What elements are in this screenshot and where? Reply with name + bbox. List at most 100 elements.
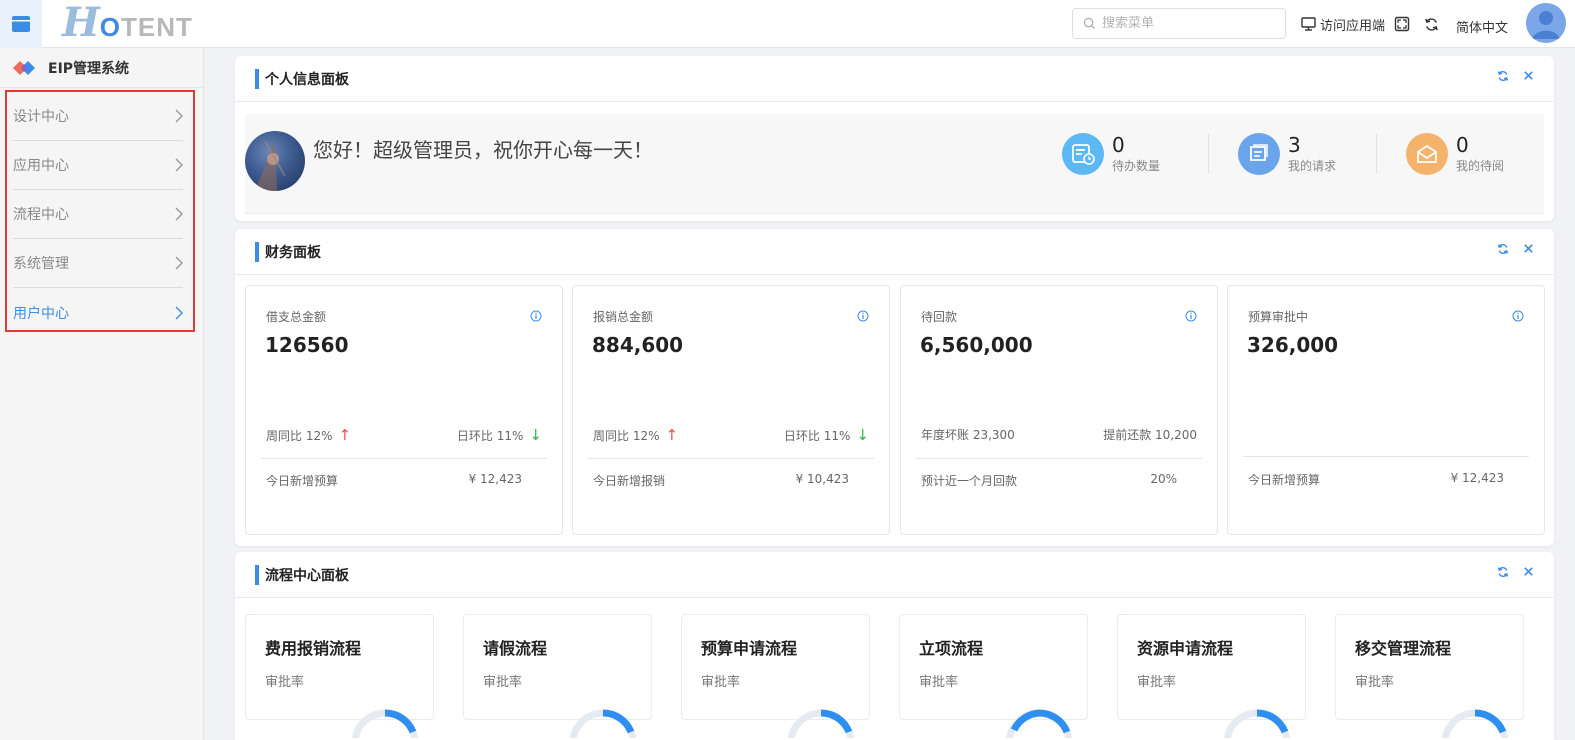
card-label: 待回款 [921,310,958,324]
panel-title-bar [255,69,259,89]
panel-title: 流程中心面板 [265,567,349,584]
arrow-up-icon: ↑ [338,426,352,444]
language-selector[interactable]: 简体中文 [1456,16,1508,36]
approval-rate-gauge [1005,709,1073,738]
info-icon[interactable] [1185,310,1197,322]
flow-title: 资源申请流程 [1137,639,1234,658]
flow-card-handover[interactable]: 移交管理流程 审批率 [1335,614,1524,720]
card-value: 884,600 [592,333,684,357]
search-input[interactable] [1102,16,1272,31]
todo-list-icon [1062,133,1104,175]
stat-label: 待办数量 [1112,158,1161,173]
flow-title: 费用报销流程 [265,639,362,658]
refresh-button[interactable] [1424,14,1439,34]
logo-letter-h: H [62,0,100,46]
sidebar-item-user-center[interactable]: 用户中心 [13,288,183,337]
footer-label: 预计近一个月回款 [921,474,1018,488]
approval-rate-gauge [351,709,419,738]
divider [261,458,547,459]
sidebar-item-system-management[interactable]: 系统管理 [13,239,183,288]
approval-rate-gauge [1223,709,1291,738]
monitor-icon [1301,17,1316,31]
flow-card-project[interactable]: 立项流程 审批率 [899,614,1088,720]
footer-label: 今日新增报销 [593,474,666,488]
panel-title: 财务面板 [265,244,321,261]
sidebar-item-label: 应用中心 [13,158,69,174]
fullscreen-icon [1394,16,1410,32]
panel-header: 财务面板 [235,229,1554,275]
flow-subtitle: 审批率 [265,675,305,690]
info-icon[interactable] [530,310,542,322]
photo-bird-image [255,140,286,191]
panel-header: 个人信息面板 [235,56,1554,102]
stat-my-requests[interactable]: 3 我的请求 [1238,132,1336,176]
stat-todo-count[interactable]: 0 待办数量 [1062,132,1160,176]
language-label: 简体中文 [1456,20,1509,36]
visit-app-label: 访问应用端 [1320,18,1386,34]
fullscreen-button[interactable] [1394,14,1410,34]
menu-toggle-button[interactable] [0,0,42,48]
footer-label: 今日新增预算 [266,474,339,488]
finance-card-receivable[interactable]: 待回款 6,560,000 年度坏账 23,300 提前还款 10,200 预计… [900,285,1218,535]
refresh-icon [1425,17,1438,31]
flow-card-budget[interactable]: 预算申请流程 审批率 [681,614,870,720]
close-icon[interactable] [1523,70,1534,81]
flow-subtitle: 审批率 [1355,675,1395,690]
flow-subtitle: 审批率 [919,675,959,690]
stat-label: 我的待阅 [1456,158,1505,173]
sidebar-item-design-center[interactable]: 设计中心 [13,92,183,141]
day-compare: 日环比 11% [456,429,524,443]
stat-value: 0 [1112,132,1125,157]
footer-value: 20% [1150,472,1177,486]
sidebar-title: EIP管理系统 [48,60,130,77]
arrow-down-icon: ↓ [529,426,542,444]
user-avatar[interactable] [1526,3,1566,43]
user-photo [245,131,305,191]
card-label: 借支总金额 [266,310,327,324]
flow-card-resource[interactable]: 资源申请流程 审批率 [1117,614,1306,720]
arrow-up-icon: ↑ [665,426,679,444]
divider [588,458,874,459]
chevron-right-icon [175,306,183,319]
refresh-icon[interactable] [1497,70,1509,82]
sidebar-brand: EIP管理系统 [0,48,203,88]
personal-info-panel: 个人信息面板 您好！超级管理员，祝你开心每一天！ 0 待办数量 3 我的请求 0… [235,56,1554,221]
flow-card-leave[interactable]: 请假流程 审批率 [463,614,652,720]
logo-text: TENT [121,12,193,42]
card-value: 126560 [265,333,349,357]
card-value: 326,000 [1247,333,1339,357]
finance-panel: 财务面板 借支总金额 126560 周同比 12% ↑ 日环比 11% ↓ 今日新增… [235,229,1554,546]
panel-title-bar [255,565,259,585]
week-compare: 周同比 12% [593,429,660,443]
close-icon[interactable] [1523,243,1534,254]
finance-card-budget-approval[interactable]: 预算审批中 326,000 今日新增预算 ¥ 12,423 [1227,285,1545,535]
chevron-right-icon [175,207,183,221]
info-icon[interactable] [1512,310,1524,322]
flow-title: 预算申请流程 [701,639,798,658]
finance-card-expense[interactable]: 报销总金额 884,600 周同比 12% ↑ 日环比 11% ↓ 今日新增报销 ¥… [572,285,890,535]
stat-label: 我的请求 [1288,158,1337,173]
visit-app-button[interactable]: 访问应用端 [1301,14,1385,34]
footer-value: ¥ 12,423 [468,472,522,486]
finance-card-loan[interactable]: 借支总金额 126560 周同比 12% ↑ 日环比 11% ↓ 今日新增预算 ¥ … [245,285,563,535]
stat-value: 0 [1456,132,1469,157]
refresh-icon[interactable] [1497,566,1509,578]
sidebar-item-app-center[interactable]: 应用中心 [13,141,183,190]
arrow-down-icon: ↓ [856,426,869,444]
hotent-logo: H O TENT [62,0,193,46]
panel-title: 个人信息面板 [265,71,349,88]
sidebar-item-label: 系统管理 [13,256,69,272]
close-icon[interactable] [1523,566,1534,577]
flow-card-expense[interactable]: 费用报销流程 审批率 [245,614,434,720]
divider [916,458,1202,459]
sidebar-item-flow-center[interactable]: 流程中心 [13,190,183,239]
stat-my-pending-read[interactable]: 0 我的待阅 [1406,132,1504,176]
sidebar: EIP管理系统 设计中心 应用中心 流程中心 系统管理 用户中心 [0,48,204,740]
stat-divider [1208,134,1209,174]
refresh-icon[interactable] [1497,243,1509,255]
sidebar-item-label: 流程中心 [13,207,69,223]
search-box[interactable] [1072,8,1286,39]
info-icon[interactable] [857,310,869,322]
chevron-right-icon [175,158,183,172]
flow-title: 请假流程 [483,639,548,658]
